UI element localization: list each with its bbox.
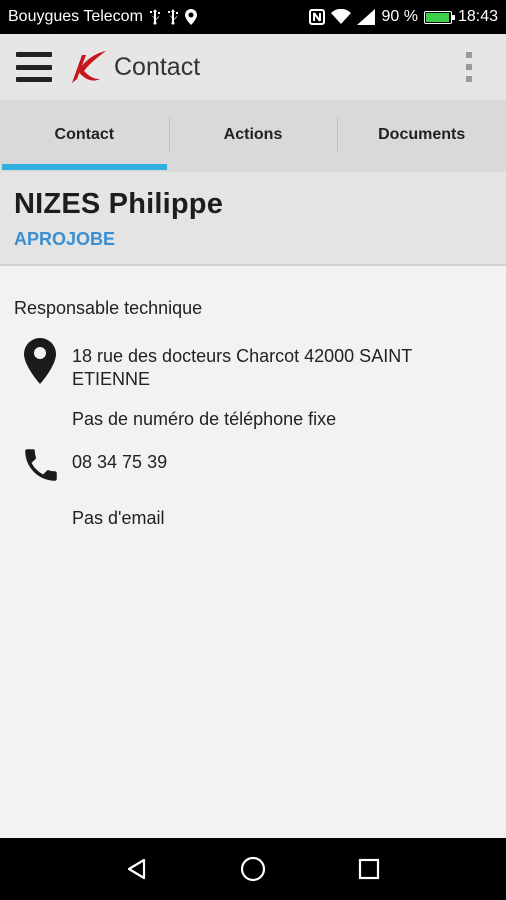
address-text: 18 rue des docteurs Charcot 42000 SAINT … bbox=[72, 346, 412, 389]
email-text: Pas d'email bbox=[72, 508, 165, 528]
contact-role: Responsable technique bbox=[14, 298, 203, 318]
usb-icon bbox=[149, 9, 161, 25]
phone-icon bbox=[20, 444, 62, 491]
landline-text: Pas de numéro de téléphone fixe bbox=[72, 409, 337, 429]
wifi-icon bbox=[331, 9, 352, 25]
app-logo bbox=[64, 47, 108, 87]
tab-documents[interactable]: Documents bbox=[337, 100, 506, 170]
email-row: Pas d'email bbox=[14, 507, 494, 533]
signal-icon bbox=[357, 9, 376, 25]
clock: 18:43 bbox=[457, 8, 498, 25]
battery-percent: 90 % bbox=[381, 8, 418, 25]
contact-name: NIZES Philippe bbox=[14, 188, 224, 220]
tab-actions[interactable]: Actions bbox=[168, 100, 338, 170]
tab-contact[interactable]: Contact bbox=[0, 100, 169, 170]
mobile-row[interactable]: 08 34 75 39 bbox=[14, 444, 494, 488]
mobile-text: 08 34 75 39 bbox=[72, 452, 168, 472]
contact-company[interactable]: APROJOBE bbox=[14, 229, 492, 250]
recents-icon[interactable] bbox=[349, 849, 389, 889]
system-nav-bar bbox=[0, 838, 506, 900]
carrier-label: Bouygues Telecom bbox=[8, 8, 143, 25]
landline-row: Pas de numéro de téléphone fixe bbox=[14, 408, 494, 434]
nfc-icon bbox=[309, 9, 326, 25]
page-title: Contact bbox=[114, 52, 201, 81]
status-bar: Bouygues Telecom 90 % 18:43 bbox=[0, 0, 506, 34]
location-icon bbox=[184, 9, 197, 25]
home-icon[interactable] bbox=[233, 849, 273, 889]
app-bar: Contact bbox=[0, 34, 506, 100]
back-icon[interactable] bbox=[117, 849, 157, 889]
more-vert-icon[interactable] bbox=[464, 52, 474, 82]
contact-header: NIZES Philippe APROJOBE bbox=[0, 172, 506, 266]
address-row[interactable]: 18 rue des docteurs Charcot 42000 SAINT … bbox=[14, 338, 494, 389]
hamburger-menu-icon[interactable] bbox=[16, 52, 52, 82]
usb-icon bbox=[167, 9, 179, 25]
tab-bar: Contact Actions Documents bbox=[0, 100, 506, 170]
battery-icon bbox=[423, 10, 455, 24]
location-pin-icon bbox=[24, 338, 56, 389]
